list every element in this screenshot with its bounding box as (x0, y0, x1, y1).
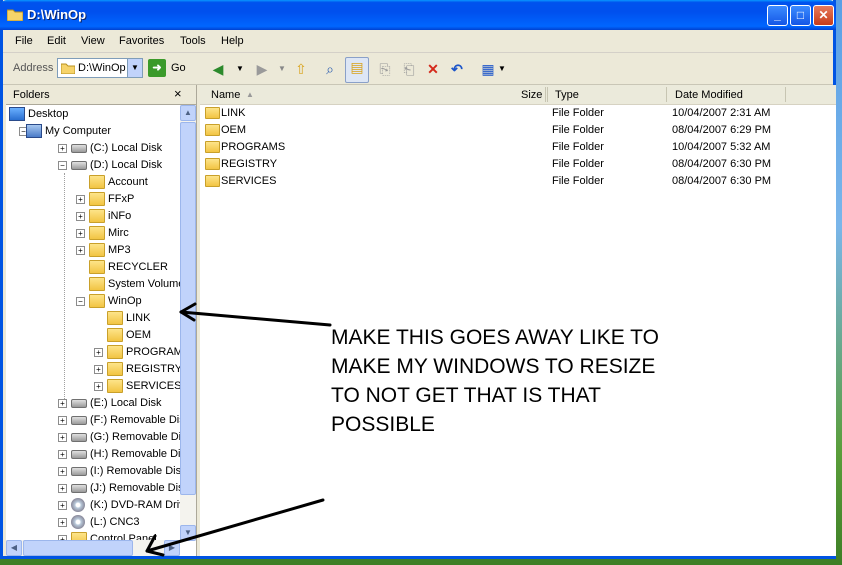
annotation-arrows (145, 302, 332, 557)
arrow-to-horizontal-scrollbar (145, 498, 325, 553)
arrow-to-vertical-scrollbar (179, 310, 332, 327)
